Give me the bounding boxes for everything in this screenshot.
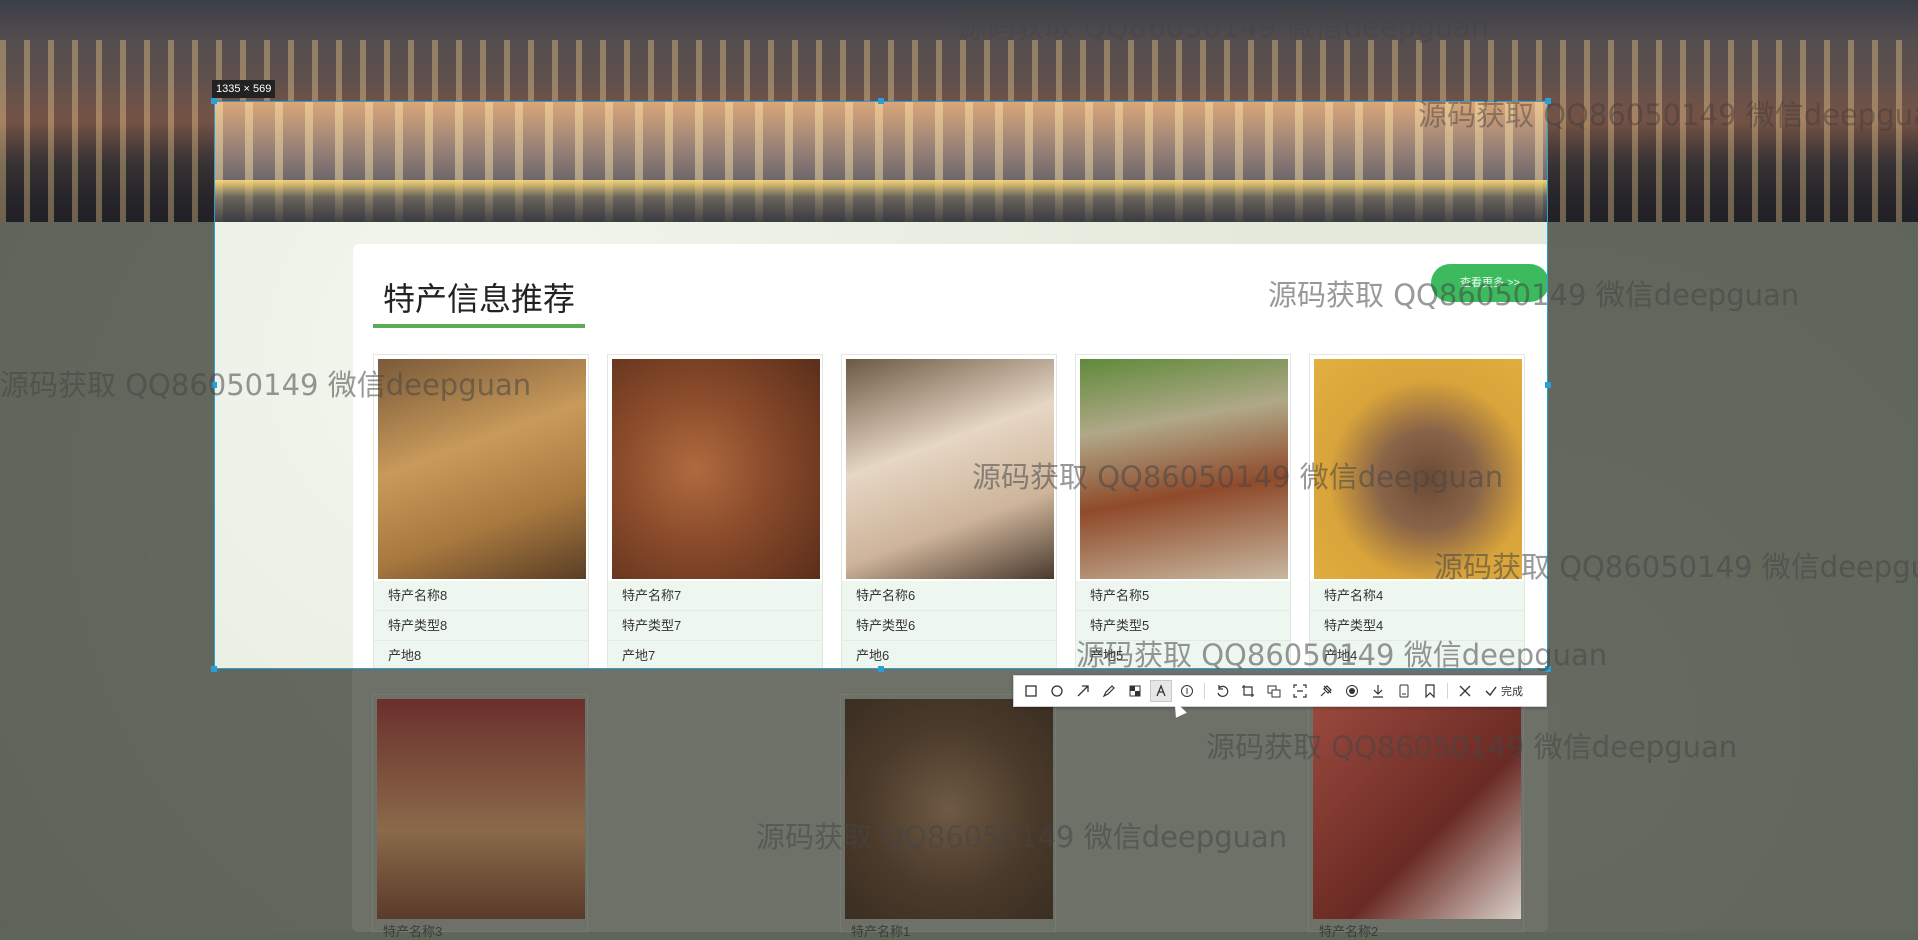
pin-icon[interactable]	[1315, 680, 1337, 702]
watermark: 源码获取 QQ86050149 微信deepguan	[972, 460, 1504, 494]
check-icon	[1485, 686, 1497, 697]
record-icon[interactable]	[1341, 680, 1363, 702]
resize-handle-right[interactable]	[1545, 382, 1551, 388]
product-origin: 产地7	[608, 641, 822, 668]
watermark: 源码获取 QQ86050149 微信deepguan	[756, 820, 1288, 854]
product-name: 特产名称6	[842, 581, 1056, 611]
product-type: 特产类型6	[842, 611, 1056, 641]
resize-handle-bottom-left[interactable]	[211, 666, 217, 672]
bookmark-icon[interactable]	[1419, 680, 1441, 702]
lower-product-name: 特产名称3	[383, 924, 443, 939]
close-icon[interactable]	[1454, 680, 1476, 702]
watermark: 源码获取 QQ86050149 微信deepguan	[1434, 550, 1918, 584]
gift-box-image	[377, 699, 585, 919]
toolbar-separator	[1447, 683, 1448, 699]
product-name: 特产名称8	[374, 581, 588, 611]
screenshot-toolbar: 完成	[1013, 675, 1547, 707]
product-card[interactable]: 特产名称5 特产类型5 产地5	[1075, 354, 1291, 668]
resize-handle-bottom[interactable]	[878, 666, 884, 672]
ellipse-icon[interactable]	[1046, 680, 1068, 702]
pecan-image	[612, 359, 820, 579]
pencil-icon[interactable]	[1098, 680, 1120, 702]
lower-product-name: 特产名称2	[1319, 924, 1379, 939]
product-type: 特产类型8	[374, 611, 588, 641]
product-card[interactable]: 特产名称6 特产类型6 产地6	[841, 354, 1057, 668]
watermark: 源码获取 QQ86050149 微信deepguan	[958, 10, 1490, 44]
mushroom-image	[845, 699, 1053, 919]
product-name: 特产名称7	[608, 581, 822, 611]
lower-product-name: 特产名称1	[851, 924, 911, 939]
product-origin: 产地6	[842, 641, 1056, 668]
title-underline	[373, 324, 585, 328]
watermark: 源码获取 QQ86050149 微信deepguan	[1418, 98, 1918, 132]
ocr-icon[interactable]	[1289, 680, 1311, 702]
watermark: 源码获取 QQ86050149 微信deepguan	[1206, 730, 1738, 764]
watermark: 源码获取 QQ86050149 微信deepguan	[0, 368, 532, 402]
product-type: 特产类型7	[608, 611, 822, 641]
bridge-lights	[215, 180, 1547, 222]
product-origin: 产地8	[374, 641, 588, 668]
product-card[interactable]: 特产名称4 特产类型4 产地4	[1309, 354, 1525, 668]
watermark: 源码获取 QQ86050149 微信deepguan	[1268, 278, 1800, 312]
selection-size-label: 1335 × 569	[212, 80, 276, 98]
translate-icon[interactable]	[1263, 680, 1285, 702]
section-title: 特产信息推荐	[383, 280, 576, 318]
resize-handle-top[interactable]	[878, 98, 884, 104]
mosaic-icon[interactable]	[1124, 680, 1146, 702]
done-label: 完成	[1501, 686, 1523, 698]
arrow-icon[interactable]	[1072, 680, 1094, 702]
crop-icon[interactable]	[1237, 680, 1259, 702]
download-icon[interactable]	[1367, 680, 1389, 702]
product-name: 特产名称5	[1076, 581, 1290, 611]
text-icon[interactable]	[1150, 680, 1172, 702]
resize-handle-top-left[interactable]	[211, 98, 217, 104]
lower-product-card: 特产名称3	[372, 694, 588, 939]
undo-icon[interactable]	[1211, 680, 1233, 702]
lower-product-card: 特产名称1	[840, 694, 1056, 939]
product-card[interactable]: 特产名称7 特产类型7 产地7	[607, 354, 823, 668]
toolbar-separator	[1204, 683, 1205, 699]
save-as-icon[interactable]	[1393, 680, 1415, 702]
done-button[interactable]: 完成	[1480, 683, 1527, 699]
rectangle-icon[interactable]	[1020, 680, 1042, 702]
watermark: 源码获取 QQ86050149 微信deepguan	[1076, 638, 1608, 672]
